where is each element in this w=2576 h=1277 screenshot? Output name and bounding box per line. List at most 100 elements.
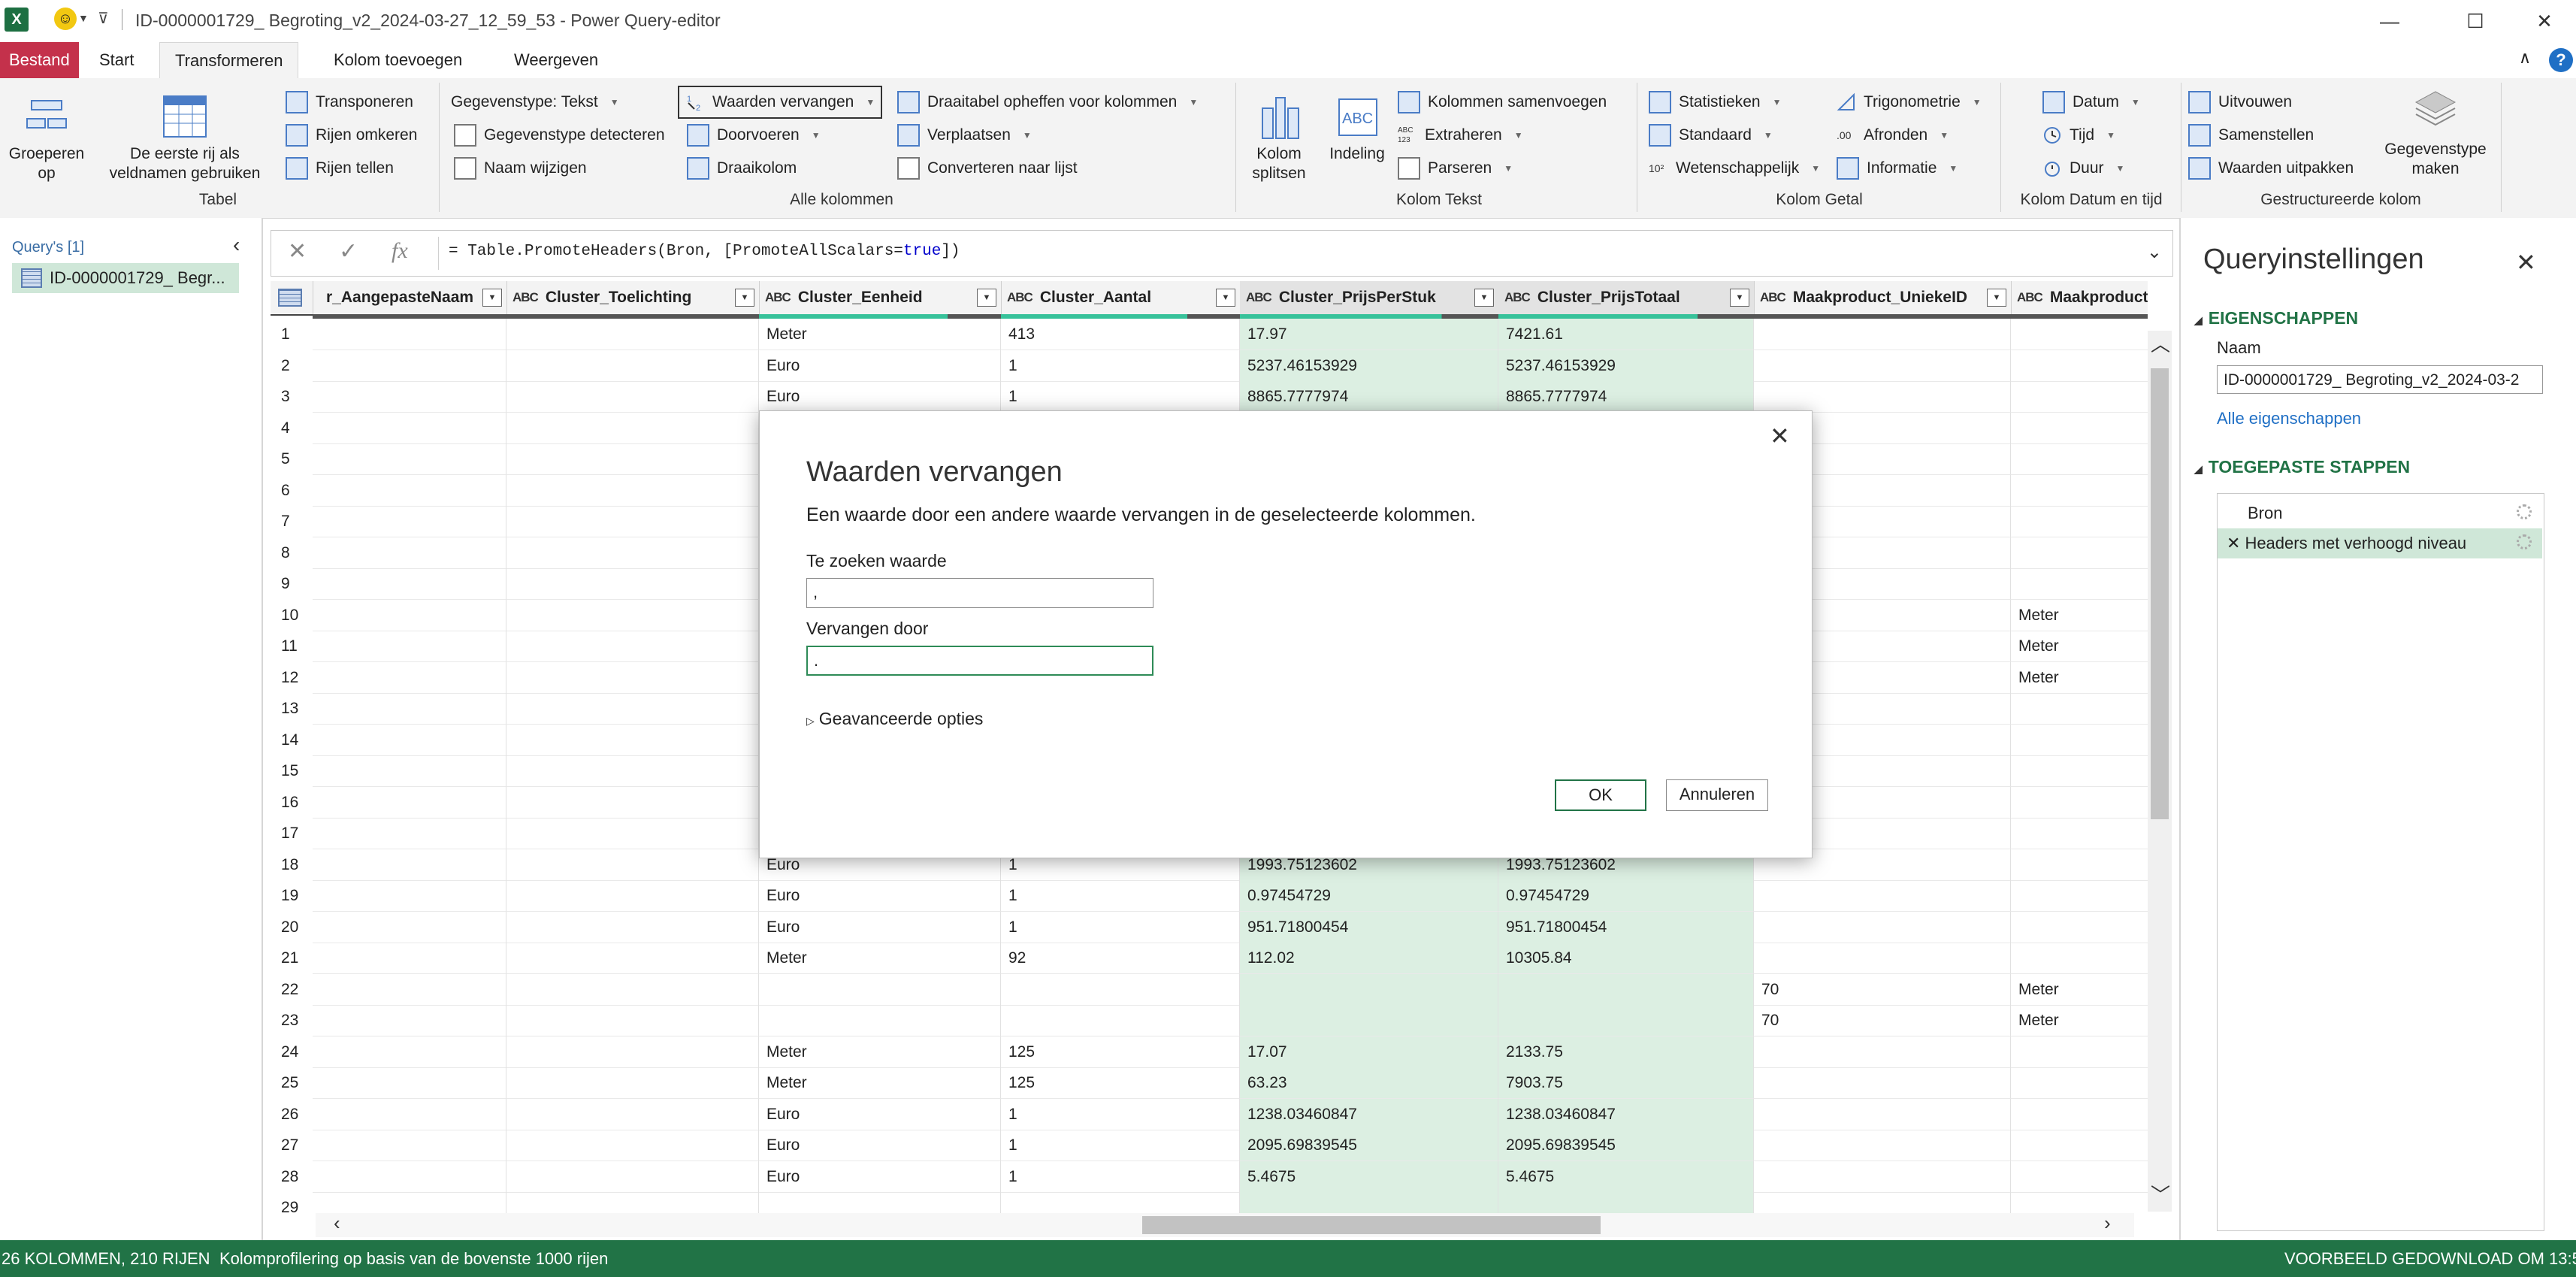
table-cell[interactable] — [1498, 1192, 1754, 1213]
quick-access-customize-icon[interactable]: ⊽ — [98, 9, 109, 28]
rijen-tellen-button[interactable]: Rijen tellen — [286, 155, 394, 182]
table-cell[interactable] — [313, 599, 506, 631]
row-number[interactable]: 1 — [271, 319, 313, 350]
table-cell[interactable] — [506, 849, 759, 881]
table-cell[interactable] — [2011, 1192, 2148, 1213]
samenstellen-button[interactable]: Samenstellen — [2188, 122, 2314, 149]
tab-kolom-toevoegen[interactable]: Kolom toevoegen — [319, 42, 477, 78]
table-cell[interactable] — [2011, 880, 2148, 912]
waarden-uitpakken-button[interactable]: Waarden uitpakken — [2188, 155, 2354, 182]
row-number[interactable]: 22 — [271, 974, 313, 1006]
table-cell[interactable]: 1 — [1001, 880, 1240, 912]
table-cell[interactable] — [759, 1005, 1001, 1036]
table-cell[interactable] — [506, 818, 759, 849]
table-cell[interactable] — [313, 319, 506, 350]
table-cell[interactable]: 1 — [1001, 911, 1240, 943]
table-cell[interactable]: Euro — [759, 1098, 1001, 1130]
table-cell[interactable]: 70 — [1754, 973, 2011, 1006]
row-number[interactable]: 25 — [271, 1067, 313, 1099]
table-cell[interactable] — [313, 537, 506, 569]
table-cell[interactable] — [2011, 443, 2148, 475]
row-number[interactable]: 12 — [271, 662, 313, 694]
table-cell[interactable] — [313, 1192, 506, 1213]
row-number[interactable]: 4 — [271, 413, 313, 444]
table-cell[interactable] — [2011, 1161, 2148, 1193]
row-number[interactable]: 18 — [271, 849, 313, 881]
table-cell[interactable] — [506, 506, 759, 537]
table-cell[interactable] — [506, 1036, 759, 1068]
row-number[interactable]: 17 — [271, 818, 313, 849]
tab-start[interactable]: Start — [84, 42, 149, 78]
draaikolom-button[interactable]: Draaikolom — [687, 155, 797, 182]
row-number[interactable]: 3 — [271, 381, 313, 413]
wetenschappelijk-button[interactable]: 10² Wetenschappelijk ▼ — [1649, 155, 1820, 182]
row-number[interactable]: 14 — [271, 725, 313, 756]
standaard-button[interactable]: Standaard ▼ — [1649, 122, 1773, 149]
table-cell[interactable]: Euro — [759, 880, 1001, 912]
table-cell[interactable] — [506, 724, 759, 756]
table-cell[interactable] — [506, 443, 759, 475]
row-number[interactable]: 13 — [271, 693, 313, 725]
row-number[interactable]: 23 — [271, 1005, 313, 1036]
table-cell[interactable] — [1754, 381, 2011, 413]
table-cell[interactable]: 17.97 — [1240, 319, 1498, 350]
table-cell[interactable]: Meter — [2011, 974, 2148, 1006]
table-cell[interactable] — [2011, 319, 2148, 350]
table-cell[interactable] — [506, 1160, 759, 1193]
table-cell[interactable]: Meter — [759, 1067, 1001, 1099]
table-cell[interactable] — [2011, 537, 2148, 569]
table-cell[interactable]: 92 — [1001, 943, 1240, 974]
table-cell[interactable]: 413 — [1001, 319, 1240, 350]
table-cell[interactable] — [1240, 1005, 1498, 1036]
table-cell[interactable] — [2011, 568, 2148, 600]
table-cell[interactable]: 5237.46153929 — [1240, 350, 1498, 382]
table-cell[interactable] — [313, 1130, 506, 1161]
parseren-button[interactable]: Parseren ▼ — [1398, 155, 1513, 182]
table-cell[interactable]: 2133.75 — [1498, 1036, 1754, 1068]
table-cell[interactable]: 1 — [1001, 1160, 1240, 1193]
table-cell[interactable]: 5237.46153929 — [1498, 350, 1754, 382]
tab-weergeven[interactable]: Weergeven — [499, 42, 613, 78]
table-cell[interactable] — [2011, 413, 2148, 444]
table-cell[interactable]: 70 — [1754, 1005, 2011, 1036]
waarden-vervangen-button[interactable]: 1 2 Waarden vervangen ▼ — [678, 86, 883, 119]
table-cell[interactable] — [1001, 1005, 1240, 1036]
table-cell[interactable]: Meter — [759, 319, 1001, 350]
table-cell[interactable] — [313, 786, 506, 819]
cancel-formula-icon[interactable]: ✕ — [288, 238, 307, 265]
table-cell[interactable] — [506, 350, 759, 382]
table-cell[interactable] — [2011, 693, 2148, 725]
filter-dropdown-icon[interactable]: ▼ — [977, 289, 996, 307]
fx-icon[interactable]: fx — [392, 238, 408, 264]
table-cell[interactable] — [506, 661, 759, 694]
table-cell[interactable] — [1754, 880, 2011, 912]
rijen-omkeren-button[interactable]: Rijen omkeren — [286, 122, 417, 149]
tijd-button[interactable]: Tijd ▼ — [2042, 122, 2115, 149]
table-cell[interactable] — [506, 786, 759, 819]
row-number[interactable]: 6 — [271, 475, 313, 507]
text-type-icon[interactable]: ABC — [2017, 290, 2043, 305]
row-number[interactable]: 9 — [271, 568, 313, 600]
table-cell[interactable] — [1498, 1005, 1754, 1036]
table-cell[interactable]: 8865.7777974 — [1240, 381, 1498, 413]
gegevenstype-maken-button[interactable]: Gegevenstype maken — [2378, 89, 2493, 179]
table-cell[interactable] — [506, 755, 759, 787]
table-cell[interactable] — [1754, 1098, 2011, 1130]
table-cell[interactable] — [313, 412, 506, 444]
table-cell[interactable] — [506, 880, 759, 912]
table-cell[interactable]: 2095.69839545 — [1240, 1130, 1498, 1161]
tab-bestand[interactable]: Bestand — [0, 42, 79, 78]
table-cell[interactable]: 125 — [1001, 1067, 1240, 1099]
row-number[interactable]: 20 — [271, 912, 313, 943]
table-cell[interactable]: Meter — [759, 1036, 1001, 1068]
table-cell[interactable] — [1754, 1067, 2011, 1099]
horizontal-scroll-thumb[interactable] — [1142, 1216, 1601, 1234]
table-cell[interactable] — [2011, 1036, 2148, 1068]
table-cell[interactable] — [1240, 973, 1498, 1006]
table-cell[interactable] — [1754, 350, 2011, 382]
table-cell[interactable] — [506, 911, 759, 943]
table-cell[interactable] — [506, 537, 759, 569]
formula-input[interactable]: = Table.PromoteHeaders(Bron, [PromoteAll… — [449, 243, 960, 260]
step-item-active[interactable]: ✕ Headers met verhoogd niveau — [2218, 528, 2542, 558]
filter-dropdown-icon[interactable]: ▼ — [1216, 289, 1235, 307]
